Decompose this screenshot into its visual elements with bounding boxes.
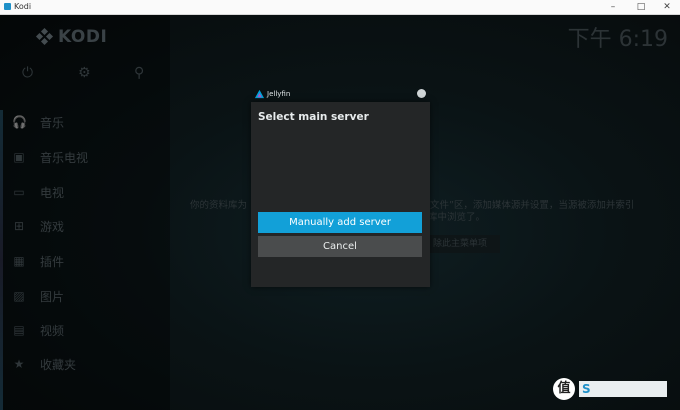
manually-add-server-button[interactable]: Manually add server	[258, 212, 422, 233]
gamepad-icon: ⊞	[13, 219, 25, 233]
menu-item-label: 音乐	[40, 116, 65, 130]
minimize-button[interactable]: –	[600, 0, 626, 14]
menu-item-pictures[interactable]: ▨ 图片	[0, 285, 170, 309]
menu-item-videos[interactable]: ▤ 视频	[0, 319, 170, 343]
dialog-header: Jellyfin	[251, 87, 430, 103]
power-icon[interactable]: ⏻	[22, 65, 33, 81]
watermark-badge: 值	[553, 378, 575, 400]
kodi-logo: KODI	[35, 27, 108, 47]
menu-item-label: 插件	[40, 255, 65, 269]
kodi-logo-icon	[35, 27, 54, 46]
headphones-icon: 🎧	[12, 115, 27, 129]
search-icon[interactable]: ⚲	[134, 65, 144, 81]
menu-item-label: 图片	[40, 290, 65, 304]
watermark: 值 S	[553, 378, 671, 400]
menu-item-games[interactable]: ⊞ 游戏	[0, 215, 170, 239]
menu-item-tv[interactable]: ▭ 电视	[0, 181, 170, 205]
top-icon-bar: ⏻ ⚙ ⚲	[22, 65, 162, 85]
select-server-dialog: Select main server Manually add server C…	[251, 102, 430, 287]
app-window: Kodi – □ ✕ KODI 下午 6:19 ⏻ ⚙ ⚲ 🎧 音乐 ▣ 音乐电…	[0, 0, 680, 410]
star-icon: ★	[13, 357, 25, 371]
maximize-button[interactable]: □	[628, 0, 654, 14]
music-video-icon: ▣	[13, 150, 25, 164]
menu-item-label: 收藏夹	[40, 358, 77, 372]
menu-item-label: 电视	[40, 186, 65, 200]
video-icon: ▤	[13, 323, 25, 337]
addon-box-icon: ▦	[13, 254, 25, 268]
jellyfin-logo-icon	[254, 89, 265, 99]
window-title: Kodi	[14, 2, 32, 11]
menu-item-music[interactable]: 🎧 音乐	[0, 111, 170, 135]
tv-icon: ▭	[13, 185, 25, 199]
picture-icon: ▨	[13, 289, 25, 303]
menu-item-label: 音乐电视	[40, 151, 89, 165]
watermark-text: S	[579, 381, 667, 397]
gear-icon[interactable]: ⚙	[78, 65, 91, 81]
logo-text: KODI	[58, 27, 108, 47]
menu-item-label: 视频	[40, 324, 65, 338]
dialog-title: Select main server	[258, 111, 369, 123]
menu-item-music-video[interactable]: ▣ 音乐电视	[0, 146, 170, 170]
background-info-text: 你的资料库为	[190, 200, 248, 211]
close-button[interactable]: ✕	[654, 0, 680, 14]
cancel-button[interactable]: Cancel	[258, 236, 422, 257]
os-titlebar: Kodi – □ ✕	[0, 0, 680, 15]
kodi-app-icon	[4, 3, 11, 10]
menu-item-addons[interactable]: ▦ 插件	[0, 250, 170, 274]
background-info-text: 库中浏览了。	[428, 212, 486, 223]
user-icon	[417, 89, 426, 98]
menu-item-favourites[interactable]: ★ 收藏夹	[0, 353, 170, 377]
clock: 下午 6:19	[567, 27, 668, 52]
remove-menu-item-button: 除此主菜单项	[420, 235, 500, 253]
menu-item-label: 游戏	[40, 220, 65, 234]
addon-label: Jellyfin	[267, 90, 291, 98]
